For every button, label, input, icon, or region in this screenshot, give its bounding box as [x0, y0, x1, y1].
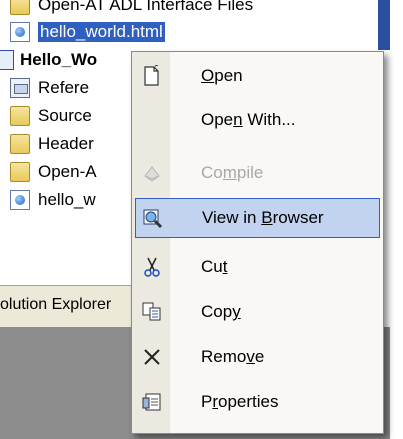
project-icon: [0, 50, 14, 70]
tree-item-label: hello_world.html: [37, 21, 166, 43]
tree-item-hello-world-html[interactable]: hello_world.html: [10, 18, 166, 46]
compile-icon: [141, 162, 163, 184]
menu-item-open-with[interactable]: Open With...: [135, 100, 380, 140]
menu-item-label: Compile: [201, 163, 264, 182]
tree-item-hello-w-file[interactable]: hello_w: [10, 186, 96, 214]
tree-item-open-at[interactable]: Open-A: [10, 158, 97, 186]
menu-item-label: View in Browser: [202, 208, 324, 227]
tree-item-label: Header: [38, 134, 94, 153]
tree-item-label: hello_w: [38, 190, 96, 209]
tree-item-hello-world-project[interactable]: Hello_Wo: [0, 46, 97, 74]
html-file-icon: [10, 190, 30, 210]
menu-item-label: Open With...: [201, 110, 296, 129]
references-icon: [10, 78, 30, 98]
solution-explorer-tab-label: olution Explorer: [0, 296, 112, 313]
tree-item-header[interactable]: Header: [10, 130, 94, 158]
tree-item-label: Open-A: [38, 162, 97, 181]
menu-item-label: Remove: [201, 347, 265, 366]
menu-item-label: Properties: [201, 392, 279, 411]
menu-item-properties[interactable]: Properties: [135, 382, 380, 422]
window-edge: [378, 0, 390, 50]
tree-item-label: Open-AT ADL Interface Files: [38, 0, 254, 14]
menu-item-compile: Compile: [135, 153, 380, 193]
properties-icon: [141, 391, 163, 413]
html-file-icon: [10, 22, 30, 42]
folder-icon: [10, 162, 30, 182]
tree-item-label: Source: [38, 106, 92, 125]
open-document-icon: [141, 65, 163, 87]
menu-item-open[interactable]: Open: [135, 56, 380, 96]
tree-item-references[interactable]: Refere: [10, 74, 89, 102]
menu-item-label: Open: [201, 66, 243, 85]
tree-item-label: Refere: [38, 78, 90, 97]
remove-x-icon: [141, 346, 163, 368]
menu-item-copy[interactable]: Copy: [135, 292, 380, 332]
view-in-browser-icon: [142, 208, 164, 230]
scissors-icon: [141, 256, 163, 278]
folder-icon: [10, 134, 30, 154]
folder-icon: [10, 0, 30, 15]
context-menu: Open Open With... Compile View in Browse…: [131, 51, 384, 434]
menu-item-label: Copy: [201, 302, 241, 321]
folder-icon: [10, 106, 30, 126]
tree-item-adl-interface-files[interactable]: Open-AT ADL Interface Files: [10, 0, 253, 19]
menu-item-label: Cut: [201, 257, 228, 276]
menu-item-cut[interactable]: Cut: [135, 247, 380, 287]
menu-item-view-in-browser[interactable]: View in Browser: [135, 198, 380, 238]
menu-item-remove[interactable]: Remove: [135, 337, 380, 377]
copy-icon: [141, 301, 163, 323]
tree-item-source[interactable]: Source: [10, 102, 92, 130]
tree-item-label: Hello_Wo: [20, 50, 98, 69]
